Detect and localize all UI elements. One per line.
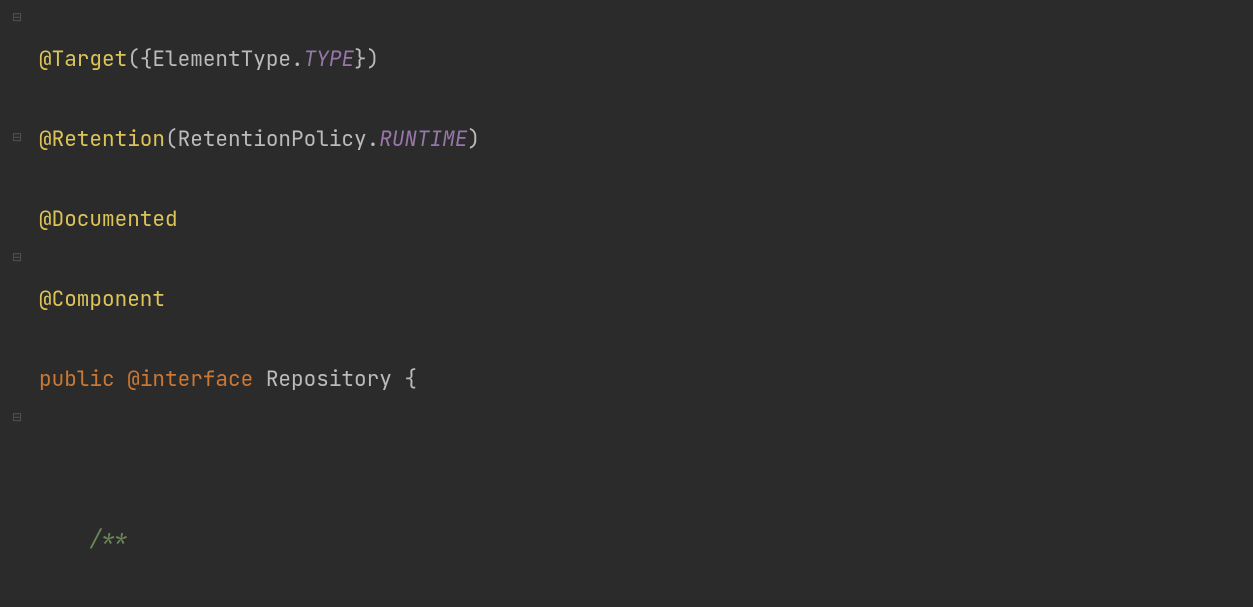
annotation-at: @ — [39, 126, 52, 153]
type-name: Repository — [253, 366, 404, 393]
at-keyword: @ — [115, 366, 140, 393]
type-ref: ElementType — [152, 46, 291, 73]
fold-icon[interactable]: ⊟ — [10, 10, 24, 24]
annotation-name: Documented — [52, 206, 178, 233]
annotation-at: @ — [39, 286, 52, 313]
annotation-at: @ — [39, 46, 52, 73]
fold-icon[interactable]: ⊟ — [10, 410, 24, 424]
annotation-at: @ — [39, 206, 52, 233]
fold-icon[interactable]: ⊟ — [10, 130, 24, 144]
type-ref: RetentionPolicy — [178, 126, 367, 153]
enum-constant: RUNTIME — [379, 126, 467, 153]
brace: { — [404, 366, 417, 393]
punct: ) — [467, 126, 480, 153]
punct: ( — [165, 126, 178, 153]
punct: . — [291, 46, 304, 73]
annotation-name: Target — [52, 46, 128, 73]
enum-constant: TYPE — [304, 46, 354, 73]
punct: }) — [354, 46, 379, 73]
code-editor[interactable]: ⊟ ⊟ ⊟ ⊟ @Target({ElementType.TYPE}) @Ret… — [0, 0, 1253, 607]
keyword-public: public — [39, 366, 115, 393]
annotation-name: Component — [52, 286, 165, 313]
annotation-name: Retention — [52, 126, 165, 153]
punct: . — [367, 126, 380, 153]
code-content[interactable]: @Target({ElementType.TYPE}) @Retention(R… — [35, 0, 1253, 607]
keyword-interface: interface — [140, 366, 253, 393]
fold-icon[interactable]: ⊟ — [10, 250, 24, 264]
javadoc-open: /** — [89, 526, 127, 553]
punct: ({ — [127, 46, 152, 73]
gutter: ⊟ ⊟ ⊟ ⊟ — [0, 0, 35, 607]
